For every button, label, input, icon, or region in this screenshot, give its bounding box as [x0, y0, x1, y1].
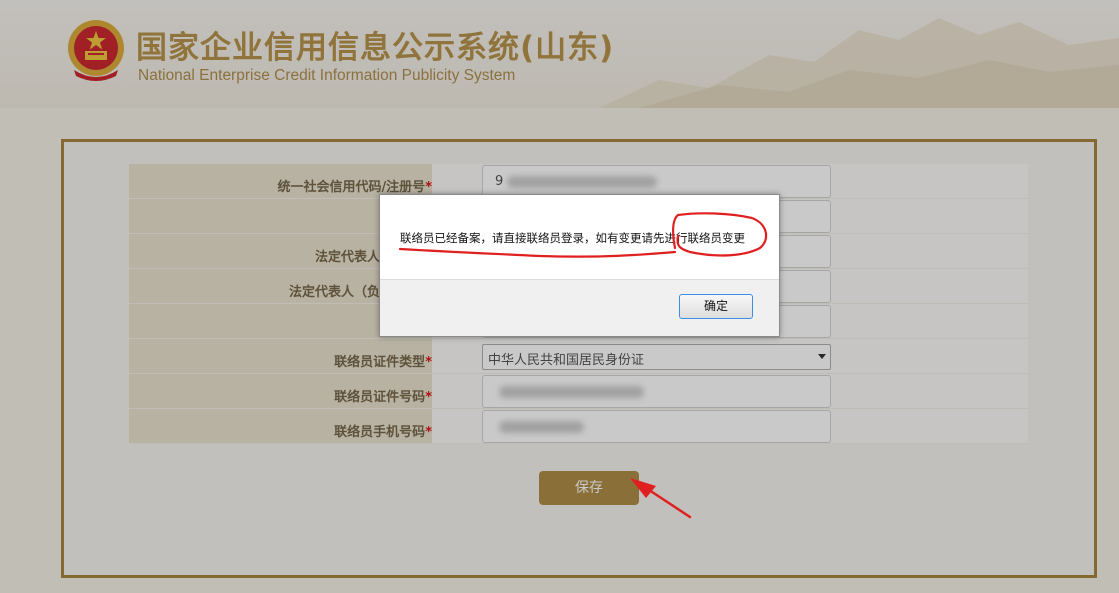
- dialog-message: 联络员已经备案，请直接联络员登录，如有变更请先进行联络员变更: [400, 231, 745, 245]
- ok-button[interactable]: 确定: [679, 294, 753, 319]
- dialog-footer: 确定: [380, 279, 779, 336]
- alert-dialog: 联络员已经备案，请直接联络员登录，如有变更请先进行联络员变更 确定: [379, 194, 780, 337]
